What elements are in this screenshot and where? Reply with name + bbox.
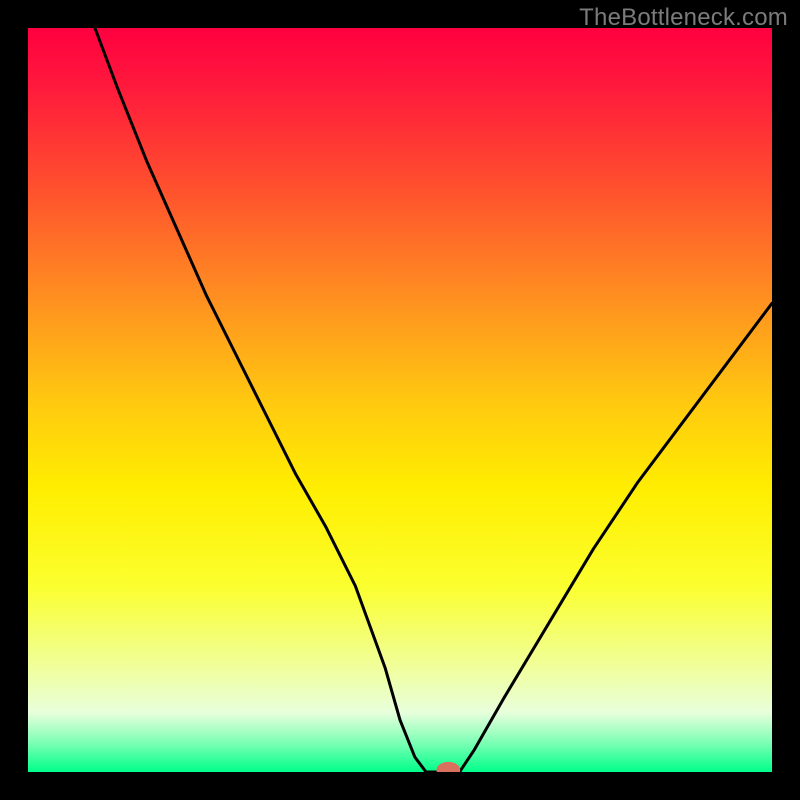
chart-svg (28, 28, 772, 772)
chart-container: TheBottleneck.com (0, 0, 800, 800)
watermark-text: TheBottleneck.com (579, 4, 788, 32)
plot-area (28, 28, 772, 772)
